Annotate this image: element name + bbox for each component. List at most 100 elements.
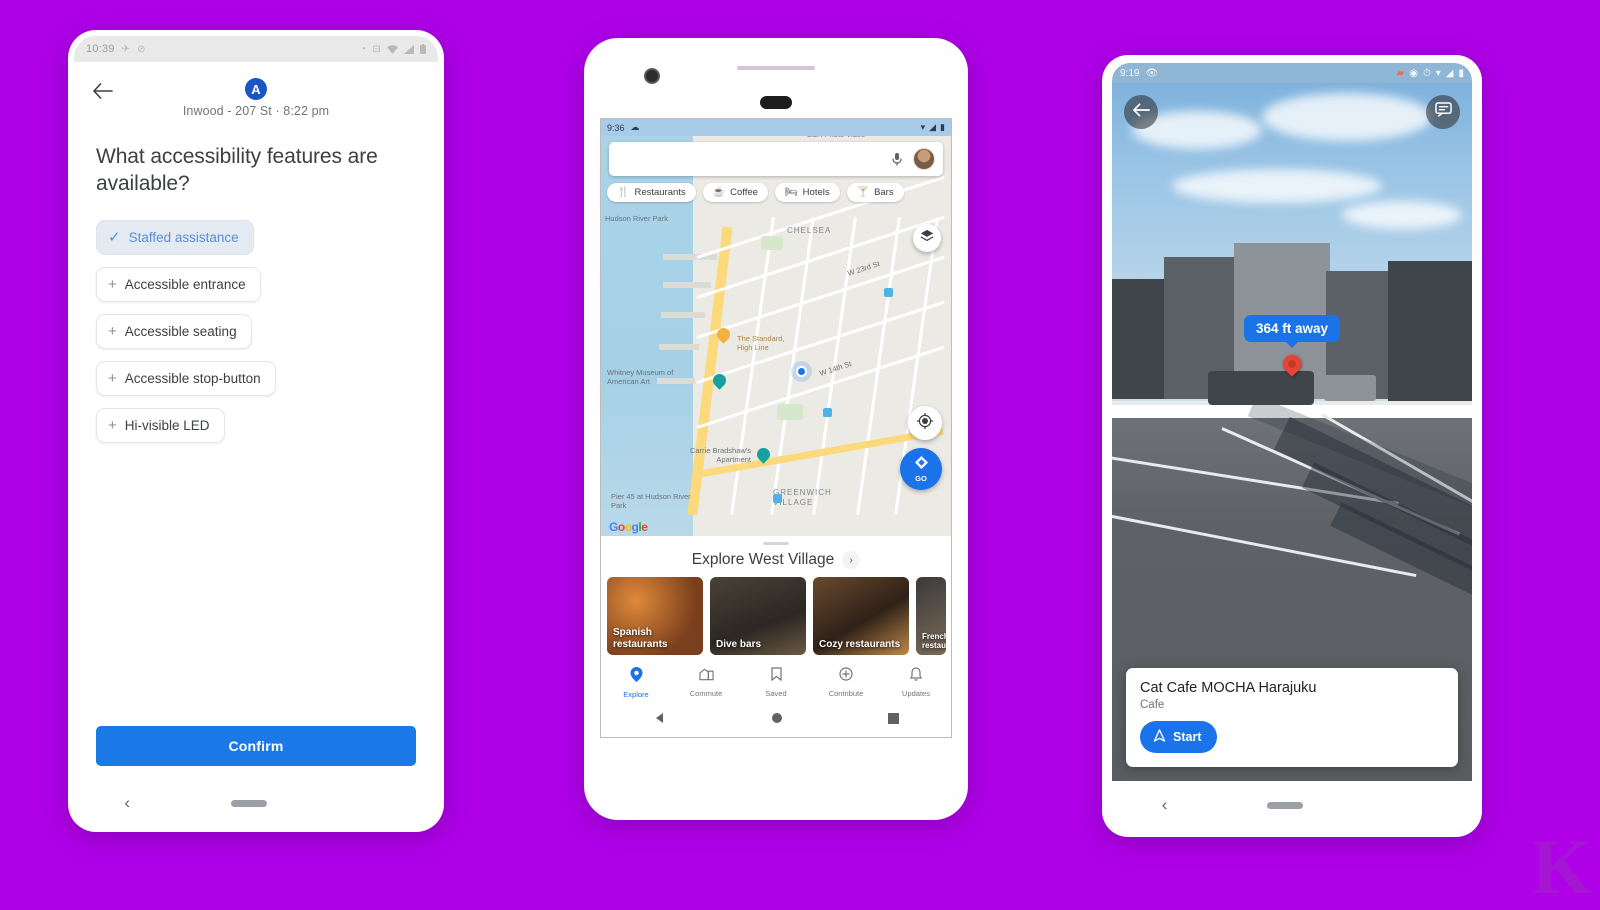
system-home-icon[interactable] — [771, 711, 783, 729]
card-label: Cozy restaurants — [819, 638, 901, 650]
cloud-icon: ☁ — [630, 122, 640, 132]
transit-marker[interactable] — [773, 494, 782, 503]
status-time: 10:39 — [86, 43, 115, 55]
page-title: What accessibility features are availabl… — [96, 145, 378, 195]
cloud — [1342, 201, 1462, 229]
go-button[interactable]: GO — [900, 448, 942, 490]
tab-saved[interactable]: Saved — [741, 667, 811, 699]
transit-marker[interactable] — [823, 408, 832, 417]
no-sim-icon: ⊘ — [137, 43, 146, 55]
system-home-pill[interactable] — [1266, 801, 1303, 809]
phone-1-screen: 10:39 ✈ ⊘ ◔ ⊟ A Inwood - 207 St · 8:22 p… — [74, 36, 438, 826]
explore-card-dive-bars[interactable]: Dive bars — [710, 577, 806, 655]
feedback-button[interactable] — [1426, 95, 1460, 129]
battery-icon: ▮ — [940, 122, 945, 132]
search-bar[interactable] — [609, 142, 943, 176]
bell-icon — [910, 667, 922, 686]
chip-accessible-entrance[interactable]: + Accessible entrance — [96, 266, 261, 302]
map-label-chelsea-piers: Hudson River Park — [605, 214, 668, 223]
filter-label: Hotels — [802, 187, 830, 198]
battery-icon — [420, 44, 426, 54]
cloud — [1172, 169, 1382, 203]
watermark: K — [1531, 822, 1592, 910]
street-camera-view[interactable]: 364 ft away Cat Cafe MOCHA Harajuku Cafe… — [1112, 83, 1472, 781]
explore-card-spanish-restaurants[interactable]: Spanish restaurants — [607, 577, 703, 655]
airplane-icon: ✈ — [121, 43, 131, 55]
pier — [661, 312, 705, 318]
explore-bottom-sheet: Explore West Village › Spanish restauran… — [601, 536, 951, 737]
start-navigation-button[interactable]: Start — [1140, 721, 1218, 753]
map-pin-carrie-apartment[interactable] — [754, 445, 773, 465]
confirm-area: Confirm — [74, 726, 438, 780]
explore-card-cozy-restaurants[interactable]: Cozy restaurants — [813, 577, 909, 655]
tab-commute[interactable]: Commute — [671, 667, 741, 699]
my-location-icon — [917, 412, 933, 434]
map-layers-button[interactable] — [913, 224, 941, 252]
system-recents-icon[interactable] — [887, 711, 899, 729]
map-label-whitney-museum: Whitney Museum of American Art — [607, 368, 674, 387]
filter-chip-coffee[interactable]: ☕ Coffee — [702, 183, 768, 202]
tab-contribute[interactable]: Contribute — [811, 667, 881, 699]
map-label-carrie-bradshaw: Carrie Bradshaw's Apartment — [689, 446, 751, 465]
sheet-drag-handle[interactable] — [763, 542, 789, 545]
explore-card-french-restaurants[interactable]: French restaurants — [916, 577, 946, 655]
tab-updates[interactable]: Updates — [881, 667, 951, 699]
back-button[interactable] — [90, 80, 116, 106]
explore-card-list: Spanish restaurants Dive bars Cozy resta… — [601, 577, 951, 663]
chip-staffed-assistance[interactable]: ✓ Staffed assistance — [96, 219, 254, 255]
system-back-icon[interactable]: ‹ — [1162, 795, 1168, 815]
map-pin-the-standard[interactable] — [714, 325, 733, 345]
sensor-strip — [737, 66, 815, 70]
chip-label: Hi-visible LED — [124, 417, 210, 433]
confirm-button[interactable]: Confirm — [96, 726, 416, 766]
plus-icon: + — [108, 275, 117, 293]
chip-label: Staffed assistance — [128, 229, 239, 245]
map-canvas[interactable]: CHELSEA The Standard, High Line Whitney … — [601, 136, 951, 536]
chip-label: Accessible stop-button — [124, 370, 261, 386]
avatar[interactable] — [913, 148, 935, 170]
microphone-icon[interactable] — [891, 152, 905, 166]
transit-marker[interactable] — [884, 288, 893, 297]
back-button[interactable] — [1124, 95, 1158, 129]
go-label: GO — [915, 474, 927, 483]
map-pin-whitney-museum[interactable] — [710, 371, 729, 391]
chevron-right-icon[interactable]: › — [842, 551, 861, 569]
system-back-icon[interactable] — [654, 711, 666, 729]
chip-accessible-seating[interactable]: + Accessible seating — [96, 313, 252, 349]
chip-accessible-stop-button[interactable]: + Accessible stop-button — [96, 360, 276, 396]
map-filter-chips: 🍴 Restaurants ☕ Coffee 🛏 Hotels 🍸 Bars — [607, 183, 904, 202]
filter-label: Restaurants — [634, 187, 686, 198]
accessibility-chip-list: ✓ Staffed assistance + Accessible entran… — [74, 198, 438, 443]
search-input[interactable] — [617, 152, 891, 166]
system-home-pill[interactable] — [230, 799, 267, 807]
chip-hi-visible-led[interactable]: + Hi-visible LED — [96, 407, 225, 443]
signal-icon: ◢ — [1445, 67, 1454, 79]
start-label: Start — [1173, 730, 1202, 744]
map-label-the-standard: The Standard, High Line — [737, 334, 785, 353]
tab-label: Updates — [902, 689, 930, 698]
my-location-button[interactable] — [908, 406, 942, 440]
phone-2-top-bezel — [584, 38, 968, 118]
plus-icon: + — [108, 369, 117, 387]
tab-label: Saved — [765, 689, 787, 698]
parked-vehicle — [1324, 375, 1376, 401]
system-back-icon[interactable]: ‹ — [124, 793, 130, 813]
location-icon: ◉ — [1409, 67, 1418, 79]
filter-chip-restaurants[interactable]: 🍴 Restaurants — [607, 183, 696, 202]
check-icon: ✓ — [108, 228, 121, 246]
destination-pin-icon[interactable] — [1279, 351, 1305, 379]
filter-chip-bars[interactable]: 🍸 Bars — [846, 183, 904, 202]
tab-explore[interactable]: Explore — [601, 667, 671, 699]
place-info-card[interactable]: Cat Cafe MOCHA Harajuku Cafe Start — [1126, 668, 1458, 767]
location-pin-icon — [630, 667, 643, 687]
plus-icon: + — [108, 322, 117, 340]
poster-canvas: 10:39 ✈ ⊘ ◔ ⊟ A Inwood - 207 St · 8:22 p… — [0, 0, 1600, 910]
sheet-title: Explore West Village — [691, 551, 835, 568]
phone-2-screen: 9:36 ☁ ▾ ◢ ▮ CHELSEA The Standard, High … — [600, 118, 952, 738]
place-name: Cat Cafe MOCHA Harajuku — [1140, 680, 1317, 696]
filter-label: Bars — [874, 187, 894, 198]
layers-icon — [920, 229, 934, 248]
phone-2-system-navbar — [601, 705, 951, 737]
filter-chip-hotels[interactable]: 🛏 Hotels — [774, 183, 840, 202]
hotel-icon: 🛏 — [784, 187, 798, 198]
